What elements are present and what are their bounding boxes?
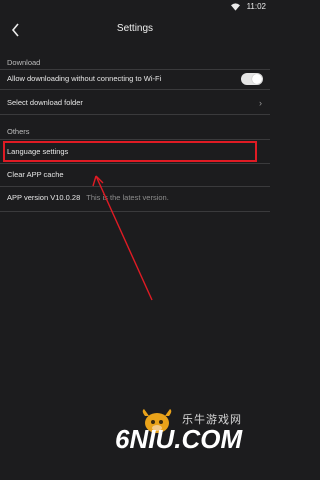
watermark-logo-text: NIU.COM [129,424,243,454]
watermark-logo-six: 6 [115,424,130,454]
annotation-arrow [92,175,153,301]
watermark-logo: 6NIU.COM [115,424,242,455]
